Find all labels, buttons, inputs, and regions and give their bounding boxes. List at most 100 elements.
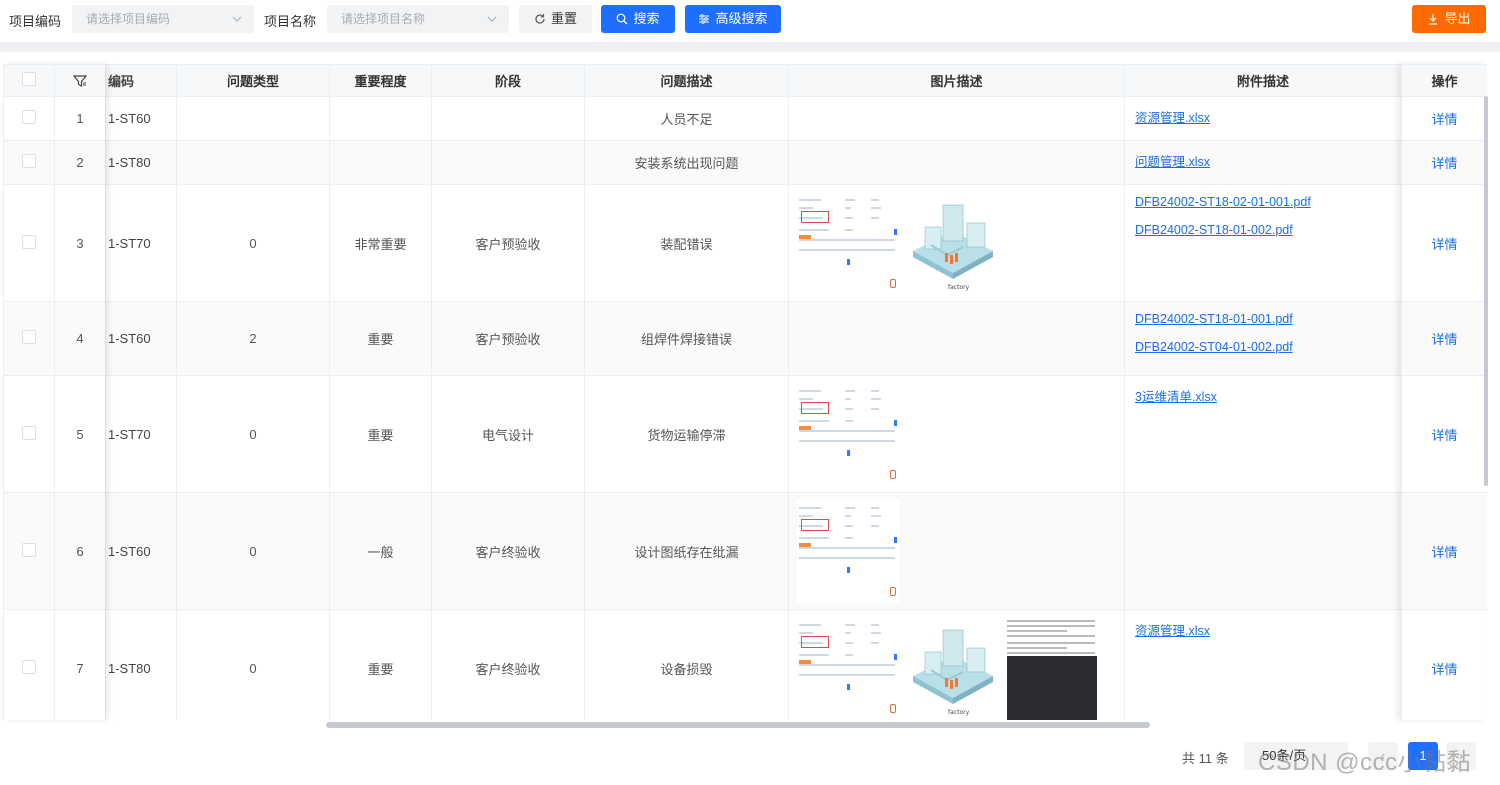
table-row[interactable]: 3 1-ST70 0 非常重要 客户预验收 装配错误 factory DFB24002-ST1… <box>3 184 1487 302</box>
screenshot-thumbnail[interactable] <box>797 382 899 486</box>
cell-importance: 重要 <box>329 609 432 720</box>
column-header-importance: 重要程度 <box>329 64 432 97</box>
search-button[interactable]: 搜索 <box>601 5 675 33</box>
factory-caption: factory <box>948 284 970 291</box>
row-index: 2 <box>54 140 106 185</box>
cell-actions: 详情 <box>1401 492 1487 610</box>
detail-link[interactable]: 详情 <box>1431 112 1457 127</box>
column-header-images: 图片描述 <box>788 64 1125 97</box>
cell-images <box>788 375 1125 493</box>
attachment-link[interactable]: DFB24002-ST04-01-002.pdf <box>1135 340 1401 354</box>
row-select-cell[interactable] <box>3 96 55 141</box>
row-select-cell[interactable] <box>3 609 55 720</box>
filter-header[interactable] <box>54 64 106 97</box>
detail-link[interactable]: 详情 <box>1431 237 1457 252</box>
cell-description: 设备损毁 <box>584 609 789 720</box>
column-header-attachments: 附件描述 <box>1124 64 1402 97</box>
attachment-link[interactable]: 3运维清单.xlsx <box>1135 386 1401 405</box>
column-header-code: 编码 <box>105 64 177 97</box>
cell-attachments: 3运维清单.xlsx <box>1124 375 1402 493</box>
row-index: 5 <box>54 375 106 493</box>
table-row[interactable]: 7 1-ST80 0 重要 客户终验收 设备损毁 factory 资源管理.xlsx 详情 <box>3 609 1487 720</box>
detail-link[interactable]: 详情 <box>1431 156 1457 171</box>
attachment-link[interactable]: DFB24002-ST18-01-002.pdf <box>1135 223 1401 237</box>
vertical-scrollbar[interactable] <box>1484 96 1488 486</box>
cell-stage <box>431 96 585 141</box>
section-divider <box>0 42 1500 52</box>
table-row[interactable]: 6 1-ST60 0 一般 客户终验收 设计图纸存在纰漏 详情 <box>3 492 1487 610</box>
cell-attachments: 问题管理.xlsx <box>1124 140 1402 185</box>
cell-actions: 详情 <box>1401 140 1487 185</box>
issue-table: 编码 问题类型 重要程度 阶段 问题描述 图片描述 附件描述 操作 1 1-ST6… <box>3 64 1487 720</box>
document-thumbnail[interactable] <box>1007 616 1097 720</box>
horizontal-scrollbar[interactable] <box>326 722 1150 728</box>
factory-illustration[interactable]: factory <box>903 191 1003 295</box>
cell-code: 1-ST60 <box>105 492 177 610</box>
attachment-link[interactable]: 资源管理.xlsx <box>1135 107 1401 126</box>
detail-link[interactable]: 详情 <box>1431 545 1457 560</box>
select-all-checkbox[interactable] <box>22 72 36 86</box>
reset-button[interactable]: 重置 <box>519 5 592 33</box>
cell-stage <box>431 140 585 185</box>
next-page-button[interactable]: › <box>1446 742 1476 770</box>
table-row[interactable]: 5 1-ST70 0 重要 电气设计 货物运输停滞 3运维清单.xlsx 详情 <box>3 375 1487 493</box>
row-checkbox[interactable] <box>22 542 36 557</box>
row-checkbox[interactable] <box>22 110 36 124</box>
table-row[interactable]: 4 1-ST60 2 重要 客户预验收 组焊件焊接错误 DFB24002-ST18-01-0… <box>3 301 1487 376</box>
cell-code: 1-ST80 <box>105 140 177 185</box>
advanced-search-button[interactable]: 高级搜索 <box>685 5 781 33</box>
page-size-select[interactable]: 50条/页 <box>1244 742 1348 770</box>
cell-type <box>176 140 330 185</box>
table-header-row: 编码 问题类型 重要程度 阶段 问题描述 图片描述 附件描述 操作 <box>3 64 1487 97</box>
table-row[interactable]: 2 1-ST80 安装系统出现问题 问题管理.xlsx 详情 <box>3 140 1487 185</box>
detail-link[interactable]: 详情 <box>1431 428 1457 443</box>
attachment-link[interactable]: 问题管理.xlsx <box>1135 151 1401 170</box>
advanced-search-label: 高级搜索 <box>715 11 768 26</box>
filter-icon[interactable] <box>73 74 87 88</box>
row-select-cell[interactable] <box>3 375 55 493</box>
prev-page-button[interactable]: ‹ <box>1368 742 1398 770</box>
detail-link[interactable]: 详情 <box>1431 332 1457 347</box>
cell-stage: 客户终验收 <box>431 492 585 610</box>
detail-link[interactable]: 详情 <box>1431 662 1457 677</box>
cell-importance: 一般 <box>329 492 432 610</box>
chevron-down-icon <box>232 16 242 22</box>
select-all-header[interactable] <box>3 64 55 97</box>
row-checkbox[interactable] <box>22 234 36 249</box>
attachment-link[interactable]: 资源管理.xlsx <box>1135 620 1401 639</box>
row-checkbox[interactable] <box>22 154 36 168</box>
total-count: 共 11 条 <box>1182 751 1229 766</box>
cell-attachments: 资源管理.xlsx <box>1124 96 1402 141</box>
row-select-cell[interactable] <box>3 301 55 376</box>
factory-illustration[interactable]: factory <box>903 616 1003 720</box>
project-name-select[interactable]: 请选择项目名称 <box>327 5 509 33</box>
project-code-select[interactable]: 请选择项目编码 <box>72 5 254 33</box>
column-header-stage: 阶段 <box>431 64 585 97</box>
project-code-placeholder: 请选择项目编码 <box>86 12 171 26</box>
page-button-current[interactable]: 1 <box>1408 742 1438 770</box>
screenshot-thumbnail[interactable] <box>797 191 899 295</box>
reset-label: 重置 <box>550 11 577 26</box>
row-checkbox[interactable] <box>22 330 36 344</box>
cell-code: 1-ST70 <box>105 375 177 493</box>
cell-importance: 重要 <box>329 301 432 376</box>
screenshot-thumbnail[interactable] <box>797 499 899 603</box>
row-select-cell[interactable] <box>3 140 55 185</box>
screenshot-thumbnail[interactable] <box>797 616 899 720</box>
cell-importance <box>329 96 432 141</box>
row-index: 7 <box>54 609 106 720</box>
row-index: 1 <box>54 96 106 141</box>
row-select-cell[interactable] <box>3 492 55 610</box>
cell-images <box>788 96 1125 141</box>
row-checkbox[interactable] <box>22 425 36 440</box>
cell-images: factory <box>788 609 1125 720</box>
row-index: 3 <box>54 184 106 302</box>
row-checkbox[interactable] <box>22 659 36 674</box>
search-label: 搜索 <box>633 11 660 26</box>
cell-attachments: DFB24002-ST18-01-001.pdf DFB24002-ST04-01… <box>1124 301 1402 376</box>
attachment-link[interactable]: DFB24002-ST18-02-01-001.pdf <box>1135 195 1401 209</box>
table-row[interactable]: 1 1-ST60 人员不足 资源管理.xlsx 详情 <box>3 96 1487 141</box>
row-select-cell[interactable] <box>3 184 55 302</box>
export-button[interactable]: 导出 <box>1412 5 1486 33</box>
attachment-link[interactable]: DFB24002-ST18-01-001.pdf <box>1135 312 1401 326</box>
